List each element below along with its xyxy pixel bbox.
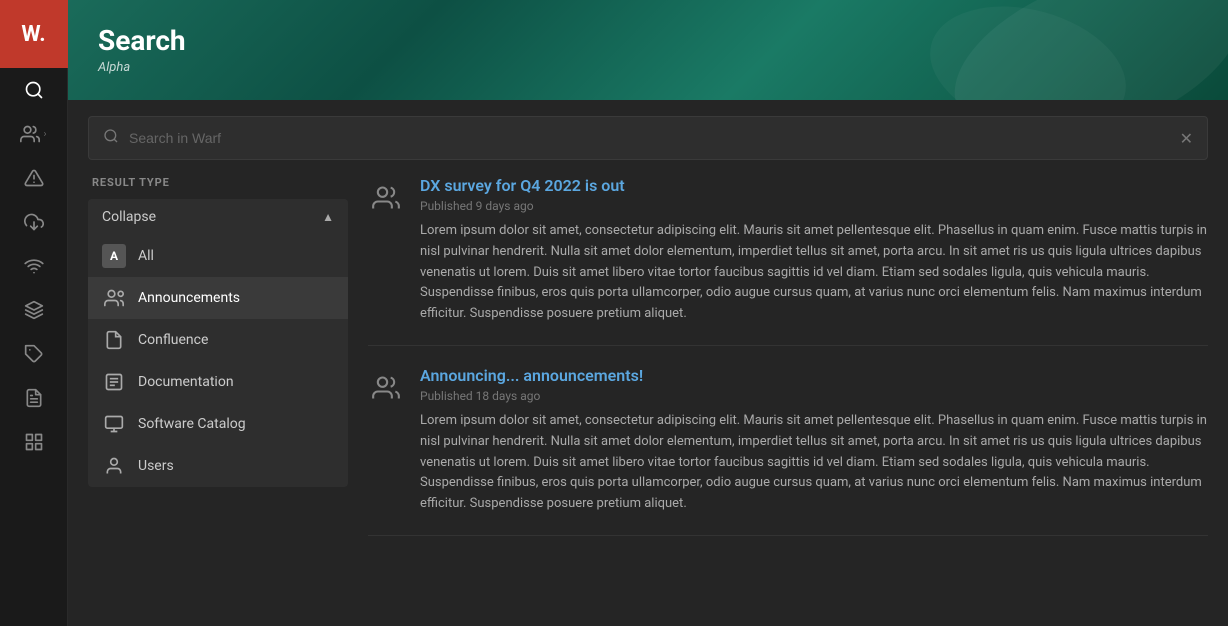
sidebar-item-document[interactable] bbox=[0, 376, 67, 420]
filter-confluence-label: Confluence bbox=[138, 332, 208, 348]
filter-software-label: Software Catalog bbox=[138, 416, 246, 432]
sidebar-item-alerts[interactable] bbox=[0, 156, 67, 200]
sidebar-item-settings[interactable] bbox=[0, 420, 67, 464]
filter-software-icon bbox=[102, 412, 126, 436]
filter-all-label: All bbox=[138, 248, 154, 264]
result-icon-1 bbox=[368, 370, 404, 406]
filter-item-software-catalog[interactable]: Software Catalog bbox=[88, 403, 348, 445]
filter-item-all[interactable]: A All bbox=[88, 235, 348, 277]
result-item: Announcing... announcements! Published 1… bbox=[368, 346, 1208, 536]
result-body-0: DX survey for Q4 2022 is out Published 9… bbox=[420, 176, 1208, 325]
collapse-label: Collapse bbox=[102, 209, 156, 225]
filter-users-label: Users bbox=[138, 458, 174, 474]
filter-item-users[interactable]: Users bbox=[88, 445, 348, 487]
result-text-0: Lorem ipsum dolor sit amet, consectetur … bbox=[420, 221, 1208, 325]
result-text-1: Lorem ipsum dolor sit amet, consectetur … bbox=[420, 411, 1208, 515]
result-date-1: Published 18 days ago bbox=[420, 389, 1208, 403]
page-header: Search Alpha bbox=[68, 0, 1228, 100]
sidebar-item-search[interactable] bbox=[0, 68, 67, 112]
search-container: ✕ bbox=[68, 100, 1228, 176]
content-area: ✕ RESULT TYPE Collapse ▲ A All bbox=[68, 100, 1228, 626]
sidebar-item-wifi[interactable] bbox=[0, 244, 67, 288]
two-col-layout: RESULT TYPE Collapse ▲ A All bbox=[68, 176, 1228, 626]
results-panel: DX survey for Q4 2022 is out Published 9… bbox=[368, 176, 1208, 606]
sidebar: W. › bbox=[0, 0, 68, 626]
app-logo[interactable]: W. bbox=[0, 0, 68, 68]
sidebar-item-layers[interactable] bbox=[0, 288, 67, 332]
search-bar: ✕ bbox=[88, 116, 1208, 160]
result-title-1[interactable]: Announcing... announcements! bbox=[420, 366, 1208, 385]
sidebar-item-puzzle[interactable] bbox=[0, 332, 67, 376]
page-title: Search bbox=[98, 24, 1198, 58]
main-content: Search Alpha ✕ RESULT TYPE Collapse bbox=[68, 0, 1228, 626]
result-item: DX survey for Q4 2022 is out Published 9… bbox=[368, 176, 1208, 346]
filter-panel: Collapse ▲ A All bbox=[88, 199, 348, 487]
filter-users-icon bbox=[102, 454, 126, 478]
result-title-0[interactable]: DX survey for Q4 2022 is out bbox=[420, 176, 1208, 195]
collapse-chevron-icon: ▲ bbox=[322, 210, 334, 224]
filter-docs-icon bbox=[102, 370, 126, 394]
result-icon-0 bbox=[368, 180, 404, 216]
collapse-button[interactable]: Collapse ▲ bbox=[88, 199, 348, 235]
search-input[interactable] bbox=[129, 130, 1180, 146]
filter-confluence-icon bbox=[102, 328, 126, 352]
filter-item-confluence[interactable]: Confluence bbox=[88, 319, 348, 361]
left-filter-panel: RESULT TYPE Collapse ▲ A All bbox=[88, 176, 348, 606]
filter-announce-icon bbox=[102, 286, 126, 310]
sidebar-item-import[interactable] bbox=[0, 200, 67, 244]
filter-all-icon: A bbox=[102, 244, 126, 268]
result-type-label: RESULT TYPE bbox=[88, 176, 348, 189]
result-body-1: Announcing... announcements! Published 1… bbox=[420, 366, 1208, 515]
search-clear-button[interactable]: ✕ bbox=[1180, 129, 1193, 148]
filter-announce-label: Announcements bbox=[138, 290, 240, 306]
page-subtitle: Alpha bbox=[98, 60, 1198, 75]
sidebar-item-people[interactable]: › bbox=[0, 112, 67, 156]
result-date-0: Published 9 days ago bbox=[420, 199, 1208, 213]
filter-docs-label: Documentation bbox=[138, 374, 234, 390]
filter-item-documentation[interactable]: Documentation bbox=[88, 361, 348, 403]
search-bar-icon bbox=[103, 128, 119, 148]
filter-item-announcements[interactable]: Announcements bbox=[88, 277, 348, 319]
